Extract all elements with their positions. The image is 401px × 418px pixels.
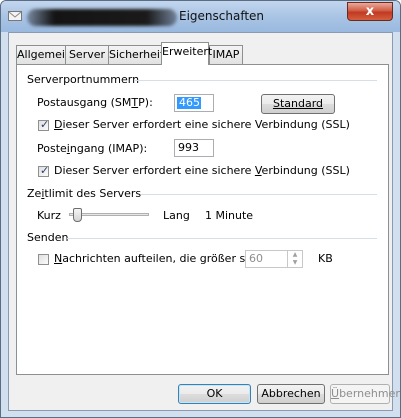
timeout-long-label: Lang — [163, 209, 190, 222]
spinner-up-icon[interactable]: ▲ — [288, 251, 302, 259]
mail-account-icon — [8, 11, 22, 21]
title-bar[interactable]: Eigenschaften x — [1, 1, 400, 32]
ok-button[interactable]: OK — [178, 384, 251, 404]
smtp-ssl-checkbox[interactable]: ✓ — [38, 118, 50, 131]
apply-button[interactable]: Übernehmen — [330, 384, 400, 404]
tab-label: Sicherheit — [109, 48, 165, 61]
group-divider — [135, 80, 377, 81]
smtp-port-label: Postausgang (SMTP): — [37, 96, 153, 109]
account-name-redacted — [27, 9, 177, 26]
close-icon: x — [365, 4, 375, 19]
dialog-client-area: Allgemein Server Sicherheit Erweitert IM… — [8, 32, 400, 411]
window-title: Eigenschaften — [179, 9, 265, 23]
split-size-value: 60 — [249, 252, 263, 265]
timeout-short-label: Kurz — [37, 209, 61, 222]
standard-button-label: Standard — [272, 97, 324, 110]
group-divider — [67, 238, 377, 239]
imap-ssl-checkbox[interactable]: ✓ — [38, 164, 50, 177]
imap-port-label: Posteingang (IMAP): — [37, 142, 148, 155]
smtp-port-value: 465 — [177, 96, 201, 109]
split-size-unit: KB — [318, 252, 333, 265]
tab-server[interactable]: Server — [65, 45, 109, 64]
smtp-port-input[interactable]: 465 — [174, 94, 214, 112]
group-divider — [141, 194, 377, 195]
tab-erweitert[interactable]: Erweitert — [161, 42, 213, 65]
split-size-input[interactable]: 60 ▲ ▼ — [245, 250, 303, 268]
tab-label: Erweitert — [162, 45, 213, 58]
checkmark-icon: ✓ — [40, 164, 50, 177]
tab-panel-erweitert: Serverportnummern Postausgang (SMTP): 46… — [16, 64, 389, 375]
tab-sicherheit[interactable]: Sicherheit — [108, 45, 165, 64]
tab-label: Server — [68, 48, 106, 61]
tab-label: IMAP — [212, 48, 240, 61]
tab-imap[interactable]: IMAP — [209, 45, 243, 64]
ports-group-label: Serverportnummern — [27, 73, 140, 86]
properties-dialog: Eigenschaften x Allgemein Server Sicherh… — [0, 0, 401, 418]
tab-label: Allgemein — [17, 48, 72, 61]
checkmark-icon: ✓ — [40, 118, 50, 131]
slider-thumb[interactable] — [73, 208, 82, 222]
standard-button[interactable]: Standard — [261, 94, 335, 114]
spinner-down-icon[interactable]: ▼ — [288, 259, 302, 267]
smtp-ssl-label: Dieser Server erfordert eine sichere Ver… — [54, 118, 350, 131]
imap-ssl-label: Dieser Server erfordert eine sichere Ver… — [54, 164, 350, 177]
send-group-label: Senden — [27, 231, 69, 244]
close-button[interactable]: x — [347, 2, 393, 21]
timeout-slider[interactable] — [65, 205, 153, 225]
tab-allgemein[interactable]: Allgemein — [16, 45, 72, 64]
timeout-value-label: 1 Minute — [205, 209, 254, 222]
imap-port-input[interactable]: 993 — [174, 139, 214, 157]
spinner[interactable]: ▲ ▼ — [287, 251, 302, 267]
cancel-button[interactable]: Abbrechen — [257, 384, 325, 404]
timeout-group-label: Zeitlimit des Servers — [27, 187, 142, 200]
split-messages-checkbox[interactable] — [38, 254, 49, 265]
